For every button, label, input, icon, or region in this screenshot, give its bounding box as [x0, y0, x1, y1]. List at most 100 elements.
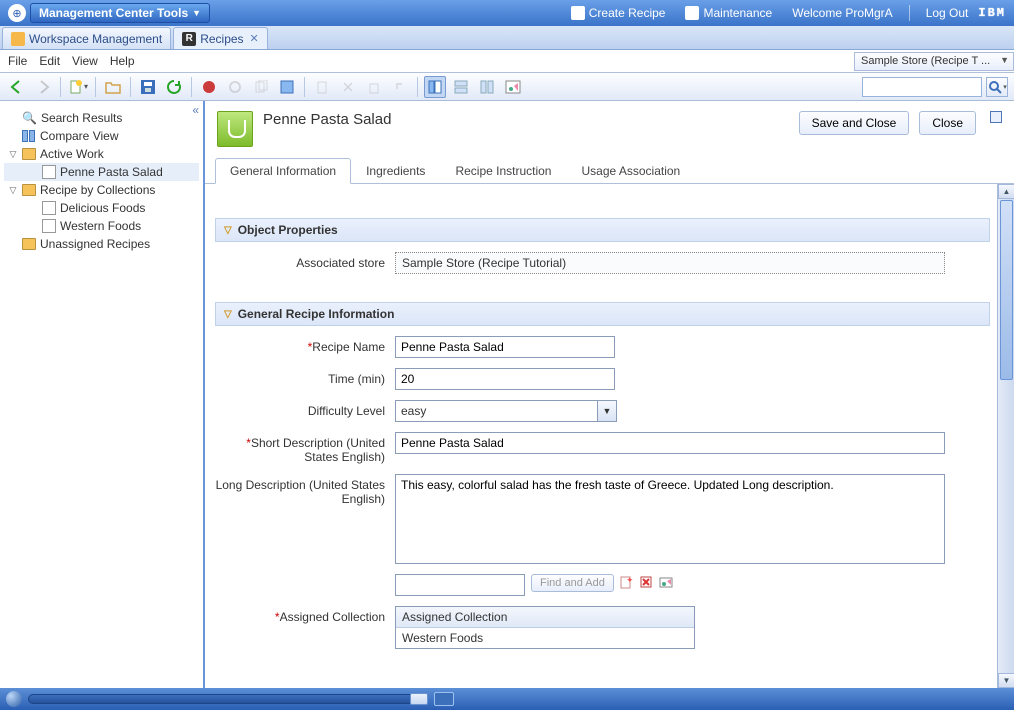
create-recipe-label: Create Recipe	[589, 6, 666, 20]
navigator-close-icon[interactable]: «	[192, 103, 199, 117]
scroll-up-icon[interactable]: ▲	[998, 184, 1014, 199]
open-button[interactable]	[102, 76, 124, 98]
recipes-icon: R	[182, 32, 196, 46]
label-difficulty: Difficulty Level	[215, 400, 395, 418]
menu-help[interactable]: Help	[110, 54, 135, 68]
compare-icon	[22, 130, 36, 142]
tab-recipes-label: Recipes	[200, 32, 243, 46]
tree-search-results[interactable]: 🔍 Search Results	[4, 109, 199, 127]
tree-recipe-by-collections[interactable]: ▽ Recipe by Collections	[4, 181, 199, 199]
row-short-desc: *Short Description (United States Englis…	[215, 432, 990, 464]
tree-rbc-label: Recipe by Collections	[40, 183, 155, 197]
tab-workspace-label: Workspace Management	[29, 32, 162, 46]
input-find-collection[interactable]	[395, 574, 525, 596]
management-center-tools-label: Management Center Tools	[39, 6, 188, 20]
tree-western-foods[interactable]: Western Foods	[4, 217, 199, 235]
maintenance-link[interactable]: Maintenance	[685, 6, 772, 20]
preview-button[interactable]	[502, 76, 524, 98]
navigator-tree: 🔍 Search Results Compare View ▽ Active W…	[0, 105, 203, 257]
tab-ingredients[interactable]: Ingredients	[351, 158, 440, 184]
tree-compare-view[interactable]: Compare View	[4, 127, 199, 145]
editor-panel: Penne Pasta Salad Save and Close Close G…	[205, 101, 1014, 688]
tab-workspace-management[interactable]: Workspace Management	[2, 27, 171, 49]
tab-recipe-instruction[interactable]: Recipe Instruction	[440, 158, 566, 184]
app-header: ⊕ Management Center Tools ▼ Create Recip…	[0, 0, 1014, 26]
status-progress-handle[interactable]	[410, 693, 428, 705]
tree-active-work[interactable]: ▽ Active Work	[4, 145, 199, 163]
scrollbar[interactable]: ▲ ▼	[997, 184, 1014, 688]
maximize-icon[interactable]	[990, 111, 1002, 123]
back-button[interactable]	[6, 76, 28, 98]
select-all-button[interactable]	[276, 76, 298, 98]
stop-button[interactable]	[198, 76, 220, 98]
search-input[interactable]	[862, 77, 982, 97]
menu-file[interactable]: File	[8, 54, 27, 68]
recipe-item-icon	[42, 165, 56, 179]
navigator-panel: « 🔍 Search Results Compare View ▽ Active…	[0, 101, 205, 688]
remove-item-icon[interactable]	[638, 574, 654, 590]
tab-general-information[interactable]: General Information	[215, 158, 351, 184]
expander-icon[interactable]: ▽	[8, 185, 18, 196]
browse-item-icon[interactable]	[658, 574, 674, 590]
close-button[interactable]: Close	[919, 111, 976, 135]
textarea-long-desc[interactable]	[395, 474, 945, 564]
value-associated-store: Sample Store (Recipe Tutorial)	[395, 252, 945, 274]
layout-b-button[interactable]	[476, 76, 498, 98]
management-center-tools-menu[interactable]: Management Center Tools ▼	[30, 3, 210, 23]
store-selector-dropdown[interactable]: Sample Store (Recipe T ...	[854, 52, 1014, 71]
section-general-recipe-information[interactable]: ▽ General Recipe Information	[215, 302, 990, 326]
logout-link[interactable]: Log Out	[926, 6, 969, 20]
input-short-desc[interactable]	[395, 432, 945, 454]
paste-button	[311, 76, 333, 98]
select-difficulty[interactable]: easy	[395, 400, 617, 422]
scroll-down-icon[interactable]: ▼	[998, 673, 1014, 688]
menu-edit[interactable]: Edit	[39, 54, 60, 68]
expander-icon[interactable]: ▽	[8, 149, 18, 160]
save-button[interactable]	[137, 76, 159, 98]
copy-button	[250, 76, 272, 98]
collection-item-icon	[42, 201, 56, 215]
tree-penne-pasta-salad[interactable]: Penne Pasta Salad	[4, 163, 199, 181]
layout-a-button[interactable]	[450, 76, 472, 98]
table-header: Assigned Collection	[396, 607, 694, 628]
menu-bar: File Edit View Help Sample Store (Recipe…	[0, 50, 1014, 73]
create-recipe-link[interactable]: Create Recipe	[571, 6, 666, 20]
status-orb-icon[interactable]	[6, 691, 22, 707]
refresh-button[interactable]	[163, 76, 185, 98]
label-recipe-name: *Recipe Name	[215, 336, 395, 354]
section-object-properties[interactable]: ▽ Object Properties	[215, 218, 990, 242]
toolbar: ▾ ▾	[0, 73, 1014, 101]
input-time[interactable]	[395, 368, 615, 390]
tool-a-button	[224, 76, 246, 98]
menu-view[interactable]: View	[72, 54, 98, 68]
new-item-icon[interactable]: ✦	[618, 574, 634, 590]
find-and-add-button[interactable]: Find and Add	[531, 574, 614, 592]
ibm-logo: IBM	[978, 6, 1006, 20]
show-nav-button[interactable]	[424, 76, 446, 98]
tree-unassigned-recipes[interactable]: Unassigned Recipes	[4, 235, 199, 253]
tree-search-results-label: Search Results	[41, 111, 122, 125]
label-short-desc: *Short Description (United States Englis…	[215, 432, 395, 464]
tab-close-icon[interactable]: ✕	[250, 32, 259, 45]
row-time: Time (min)	[215, 368, 990, 390]
status-center-icon[interactable]	[434, 692, 454, 706]
save-and-close-button[interactable]: Save and Close	[799, 111, 910, 135]
scroll-thumb[interactable]	[1000, 200, 1013, 380]
table-row[interactable]: Western Foods	[396, 628, 694, 648]
tab-recipes[interactable]: R Recipes ✕	[173, 27, 268, 49]
tab-usage-association[interactable]: Usage Association	[566, 158, 695, 184]
tree-delicious-foods[interactable]: Delicious Foods	[4, 199, 199, 217]
search-go-button[interactable]: ▾	[986, 77, 1008, 97]
undo-button	[389, 76, 411, 98]
label-time: Time (min)	[215, 368, 395, 386]
status-progress-track[interactable]	[28, 694, 428, 704]
workspace-tabs: Workspace Management R Recipes ✕	[0, 26, 1014, 50]
table-assigned-collection[interactable]: Assigned Collection Western Foods	[395, 606, 695, 649]
recipe-logo-icon	[217, 111, 253, 147]
section-recipe-info-label: General Recipe Information	[238, 307, 395, 321]
row-associated-store: Associated store Sample Store (Recipe Tu…	[215, 252, 990, 274]
input-recipe-name[interactable]	[395, 336, 615, 358]
welcome-user: Welcome ProMgrA	[792, 6, 892, 20]
editor-header: Penne Pasta Salad Save and Close Close	[205, 101, 1014, 147]
new-button[interactable]: ▾	[67, 76, 89, 98]
